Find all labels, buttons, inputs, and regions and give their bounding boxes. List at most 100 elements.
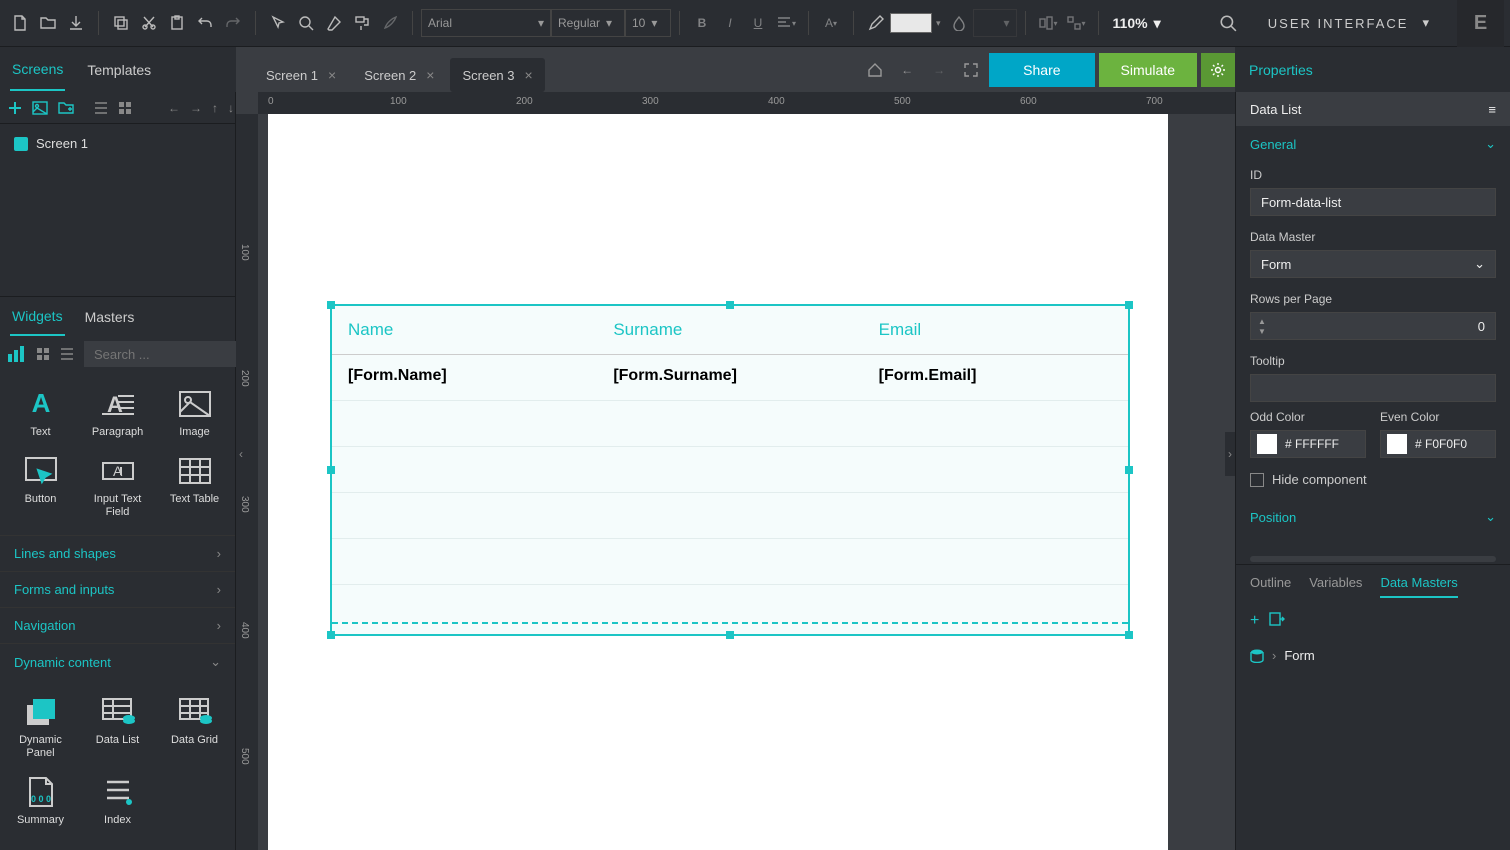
tab-data-masters[interactable]: Data Masters: [1380, 575, 1457, 598]
settings-button[interactable]: [1201, 53, 1235, 87]
add-data-master-icon[interactable]: +: [1250, 612, 1259, 630]
tab-screens[interactable]: Screens: [10, 49, 65, 91]
arrow-left-icon[interactable]: ←: [168, 99, 180, 117]
even-color-input[interactable]: # F0F0F0: [1380, 430, 1496, 458]
widget-paragraph[interactable]: AParagraph: [79, 380, 156, 447]
expand-left-icon[interactable]: ‹: [236, 432, 246, 476]
add-image-icon[interactable]: [32, 99, 48, 117]
widget-data-list[interactable]: Data List: [79, 688, 156, 768]
tab-templates[interactable]: Templates: [85, 50, 153, 90]
menu-icon[interactable]: ≡: [1488, 102, 1496, 117]
close-icon[interactable]: ×: [426, 67, 434, 83]
resize-handle[interactable]: [327, 631, 335, 639]
widget-image[interactable]: Image: [156, 380, 233, 447]
align-objects-icon[interactable]: ▾: [1034, 9, 1062, 37]
zoom-select[interactable]: 110%▾: [1107, 9, 1167, 37]
widget-summary[interactable]: 0 0 0Summary: [2, 768, 79, 835]
section-position[interactable]: Position⌄: [1236, 499, 1510, 535]
tab-outline[interactable]: Outline: [1250, 575, 1291, 598]
home-icon[interactable]: [861, 56, 889, 84]
arrow-up-icon[interactable]: ↑: [212, 99, 218, 117]
import-data-master-icon[interactable]: [1269, 612, 1285, 630]
new-file-icon[interactable]: [6, 9, 34, 37]
search-icon[interactable]: [1214, 9, 1242, 37]
tooltip-input[interactable]: [1250, 374, 1496, 402]
add-screen-icon[interactable]: [8, 99, 22, 117]
app-logo[interactable]: E: [1457, 0, 1504, 47]
download-icon[interactable]: [62, 9, 90, 37]
grid-view-icon[interactable]: [36, 345, 50, 363]
canvas-tab[interactable]: Screen 3×: [450, 58, 544, 92]
resize-handle[interactable]: [1125, 301, 1133, 309]
format-painter-icon[interactable]: [348, 9, 376, 37]
resize-handle[interactable]: [327, 466, 335, 474]
data-cell[interactable]: [Form.Name]: [332, 355, 597, 400]
fit-icon[interactable]: [957, 56, 985, 84]
zoom-icon[interactable]: [292, 9, 320, 37]
data-master-item[interactable]: › Form: [1236, 642, 1510, 669]
tab-widgets[interactable]: Widgets: [10, 298, 65, 336]
widget-data-grid[interactable]: Data Grid: [156, 688, 233, 768]
chevron-down-icon[interactable]: ▾: [936, 18, 941, 29]
color-swatch[interactable]: [1257, 434, 1277, 454]
underline-icon[interactable]: U: [744, 9, 772, 37]
widget-button[interactable]: Button: [2, 447, 79, 527]
rows-per-page-input[interactable]: ▲▼0: [1250, 312, 1496, 340]
undo-icon[interactable]: [191, 9, 219, 37]
accordion-dynamic-content[interactable]: Dynamic content⌄: [0, 643, 235, 680]
odd-color-input[interactable]: # FFFFFF: [1250, 430, 1366, 458]
align-icon[interactable]: ▾: [772, 9, 800, 37]
font-weight-select[interactable]: Regular▾: [551, 9, 625, 37]
font-size-select[interactable]: 10▾: [625, 9, 671, 37]
workspace-select[interactable]: USER INTERFACE▾: [1242, 0, 1457, 47]
open-folder-icon[interactable]: [34, 9, 62, 37]
share-button[interactable]: Share: [989, 53, 1094, 87]
arrow-right-icon[interactable]: →: [190, 99, 202, 117]
widget-dynamic-panel[interactable]: Dynamic Panel: [2, 688, 79, 768]
paste-icon[interactable]: [163, 9, 191, 37]
redo-icon[interactable]: [219, 9, 247, 37]
close-icon[interactable]: ×: [328, 67, 336, 83]
scrollbar[interactable]: [1250, 556, 1496, 562]
tab-masters[interactable]: Masters: [83, 299, 137, 335]
chart-view-icon[interactable]: [8, 345, 26, 363]
id-input[interactable]: Form-data-list: [1250, 188, 1496, 216]
accordion-forms-inputs[interactable]: Forms and inputs›: [0, 571, 235, 607]
widget-index[interactable]: Index: [79, 768, 156, 835]
canvas-tab[interactable]: Screen 1×: [254, 58, 348, 92]
data-list-element[interactable]: Name Surname Email [Form.Name] [Form.Sur…: [330, 304, 1130, 636]
resize-handle[interactable]: [1125, 466, 1133, 474]
data-cell[interactable]: [Form.Surname]: [597, 355, 862, 400]
widget-text[interactable]: AText: [2, 380, 79, 447]
nav-forward-icon[interactable]: →: [925, 56, 953, 84]
list-view-icon[interactable]: [94, 99, 108, 117]
resize-handle[interactable]: [327, 301, 335, 309]
hide-component-checkbox[interactable]: Hide component: [1236, 466, 1510, 499]
data-master-select[interactable]: Form⌄: [1250, 250, 1496, 278]
close-icon[interactable]: ×: [525, 67, 533, 83]
italic-icon[interactable]: I: [716, 9, 744, 37]
text-color-icon[interactable]: A▾: [817, 9, 845, 37]
opacity-icon[interactable]: [945, 9, 973, 37]
eraser-icon[interactable]: [320, 9, 348, 37]
fill-color-swatch[interactable]: [890, 13, 932, 33]
column-header[interactable]: Name: [332, 306, 597, 354]
brush-icon[interactable]: [376, 9, 404, 37]
widget-table[interactable]: Text Table: [156, 447, 233, 527]
resize-handle[interactable]: [726, 631, 734, 639]
column-header[interactable]: Email: [863, 306, 1128, 354]
pointer-icon[interactable]: [264, 9, 292, 37]
resize-handle[interactable]: [726, 301, 734, 309]
section-general[interactable]: General⌄: [1236, 126, 1510, 162]
bold-icon[interactable]: B: [688, 9, 716, 37]
accordion-lines-shapes[interactable]: Lines and shapes›: [0, 535, 235, 571]
tab-variables[interactable]: Variables: [1309, 575, 1362, 598]
grid-view-icon[interactable]: [118, 99, 132, 117]
column-header[interactable]: Surname: [597, 306, 862, 354]
accordion-navigation[interactable]: Navigation›: [0, 607, 235, 643]
cut-icon[interactable]: [135, 9, 163, 37]
add-folder-icon[interactable]: [58, 99, 74, 117]
color-swatch[interactable]: [1387, 434, 1407, 454]
canvas-page[interactable]: Name Surname Email [Form.Name] [Form.Sur…: [268, 114, 1168, 850]
simulate-button[interactable]: Simulate: [1099, 53, 1197, 87]
